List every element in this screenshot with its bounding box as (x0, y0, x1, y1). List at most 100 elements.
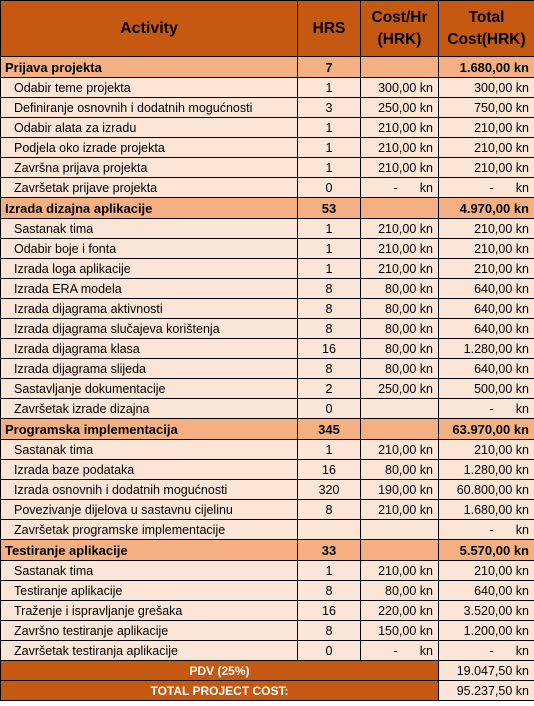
item-hrs: 16 (297, 600, 361, 621)
item-total: - kn (438, 640, 534, 661)
item-cost: 250,00 kn (360, 97, 439, 118)
item-hrs: 1 (297, 238, 361, 259)
item-total: 640,00 kn (438, 580, 534, 601)
item-cost: 210,00 kn (360, 218, 439, 239)
item-hrs: 1 (297, 157, 361, 178)
item-activity: Izrada loga aplikacije (0, 258, 298, 279)
header-cost-line2: (HRK) (377, 30, 422, 48)
table-row: Izrada dijagrama klasa 16 80,00 kn 1.280,00… (0, 338, 534, 359)
table-row: Izrada dijagrama slučajeva korištenja 8 80… (0, 318, 534, 339)
header-activity: Activity (0, 0, 298, 57)
item-hrs: 8 (297, 318, 361, 339)
table-row: Odabir alata za izradu 1 210,00 kn 210,00 k… (0, 117, 534, 138)
table-row: Izrada ERA modela 8 80,00 kn 640,00 kn (0, 278, 534, 299)
pdv-label: PDV (25%) (0, 660, 439, 681)
table-row: Završetak testiranja aplikacije 0 - kn - kn (0, 640, 534, 661)
item-hrs: 320 (297, 479, 361, 500)
total-cost-row: TOTAL PROJECT COST: 95.237,50 kn (0, 680, 534, 701)
item-cost: 210,00 kn (360, 157, 439, 178)
item-cost-unit: kn (419, 643, 433, 658)
item-hrs: 0 (297, 640, 361, 661)
item-total: 210,00 kn (438, 117, 534, 138)
item-total: - kn (438, 177, 534, 198)
item-total: 210,00 kn (438, 157, 534, 178)
item-hrs: 8 (297, 278, 361, 299)
total-cost-label: TOTAL PROJECT COST: (0, 680, 439, 701)
table-row: Definiranje osnovnih i dodatnih mogućnos… (0, 97, 534, 118)
group-hrs: 345 (297, 418, 361, 440)
item-total-unit: kn (515, 522, 529, 537)
item-cost-dash: - (393, 180, 398, 195)
item-hrs: 3 (297, 97, 361, 118)
item-total: - kn (438, 398, 534, 419)
item-hrs: 1 (297, 439, 361, 460)
item-activity: Izrada dijagrama aktivnosti (0, 298, 298, 319)
item-cost-unit: kn (419, 180, 433, 195)
table-body: Prijava projekta 7 1.680,00 kn Odabir teme … (0, 56, 534, 661)
total-cost-value: 95.237,50 kn (438, 680, 534, 701)
group-cost-empty (360, 539, 439, 561)
item-cost: 210,00 kn (360, 137, 439, 158)
table-row: Traženje i ispravljanje grešaka 16 220,00 … (0, 600, 534, 621)
item-total-unit: kn (515, 180, 529, 195)
item-hrs: 0 (297, 177, 361, 198)
item-total: 1.680,00 kn (438, 499, 534, 520)
item-total: 640,00 kn (438, 278, 534, 299)
item-total-unit: kn (515, 401, 529, 416)
group-hrs: 7 (297, 56, 361, 78)
item-activity: Odabir boje i fonta (0, 238, 298, 259)
item-cost: 300,00 kn (360, 77, 439, 98)
table-row: Izrada loga aplikacije 1 210,00 kn 210,00 k… (0, 258, 534, 279)
item-activity: Podjela oko izrade projekta (0, 137, 298, 158)
item-hrs: 16 (297, 338, 361, 359)
item-hrs: 1 (297, 560, 361, 581)
item-hrs: 0 (297, 398, 361, 419)
item-activity: Traženje i ispravljanje grešaka (0, 600, 298, 621)
item-hrs: 1 (297, 77, 361, 98)
item-hrs: 2 (297, 378, 361, 399)
item-hrs: 8 (297, 358, 361, 379)
group-cost-empty (360, 418, 439, 440)
item-activity: Završetak testiranja aplikacije (0, 640, 298, 661)
item-cost: 80,00 kn (360, 358, 439, 379)
item-cost (360, 519, 439, 540)
item-hrs: 8 (297, 580, 361, 601)
group-cost-empty (360, 197, 439, 219)
table-row: Završna prijava projekta 1 210,00 kn 210,00… (0, 157, 534, 178)
header-total: Total Cost(HRK) (438, 0, 534, 57)
item-cost: 220,00 kn (360, 600, 439, 621)
table-row: Završno testiranje aplikacije 8 150,00 kn 1… (0, 620, 534, 641)
item-activity: Izrada osnovnih i dodatnih mogućnosti (0, 479, 298, 500)
header-row: Activity HRS Cost/Hr (HRK) Total Cost(HRK) (0, 0, 534, 57)
item-hrs: 1 (297, 258, 361, 279)
item-cost: 210,00 kn (360, 258, 439, 279)
item-activity: Izrada ERA modela (0, 278, 298, 299)
item-activity: Sastavljanje dokumentacije (0, 378, 298, 399)
item-activity: Završetak izrade dizajna (0, 398, 298, 419)
item-total: - kn (438, 519, 534, 540)
item-hrs: 8 (297, 499, 361, 520)
group-name: Prijava projekta (0, 56, 298, 78)
item-activity: Završno testiranje aplikacije (0, 620, 298, 641)
item-total-unit: kn (515, 643, 529, 658)
item-hrs: 8 (297, 620, 361, 641)
item-cost: 210,00 kn (360, 238, 439, 259)
item-total-dash: - (489, 180, 494, 195)
item-total-dash: - (489, 522, 494, 537)
item-activity: Sastanak tima (0, 439, 298, 460)
item-hrs: 16 (297, 459, 361, 480)
item-cost: 80,00 kn (360, 338, 439, 359)
item-activity: Sastanak tima (0, 218, 298, 239)
item-total: 1.280,00 kn (438, 459, 534, 480)
item-cost: 190,00 kn (360, 479, 439, 500)
table-row: Izrada dijagrama slijeda 8 80,00 kn 640,00 … (0, 358, 534, 379)
header-total-line1: Total (468, 8, 505, 26)
item-total-dash: - (489, 401, 494, 416)
item-total: 640,00 kn (438, 298, 534, 319)
table-row: Izrada baze podataka 16 80,00 kn 1.280,00 k… (0, 459, 534, 480)
group-row: Prijava projekta 7 1.680,00 kn (0, 56, 534, 78)
item-activity: Testiranje aplikacije (0, 580, 298, 601)
item-cost: - kn (360, 177, 439, 198)
item-cost: 210,00 kn (360, 439, 439, 460)
item-cost: 150,00 kn (360, 620, 439, 641)
